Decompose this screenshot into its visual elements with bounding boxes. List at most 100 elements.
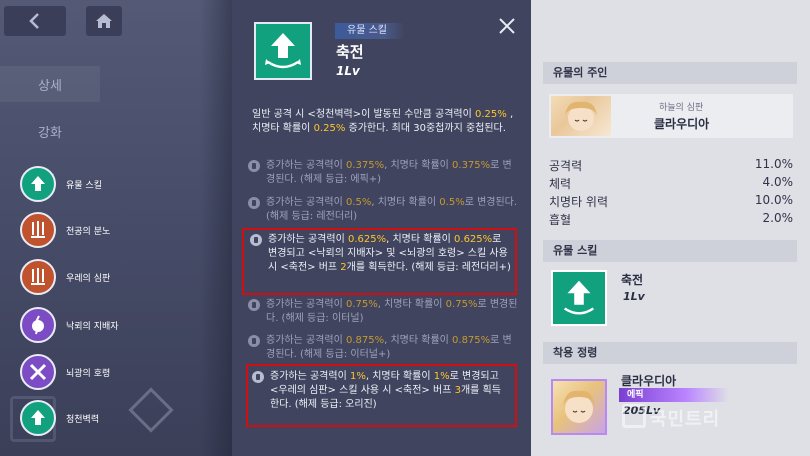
desc-value: 0.25% [475,109,507,120]
spirit-avatar[interactable] [551,379,607,435]
upgrade-value: 0.375% [345,160,385,171]
left-sidebar: 상세 강화 급 유물 스킬 천공의 분노 우레의 심판 낙뢰의 지배자 뇌광의 … [0,0,232,456]
lock-icon [248,160,260,172]
stat-value: 4.0% [762,175,794,189]
upgrade-text: 증가하는 공격력이 [270,371,350,382]
upgrade-value: 0.75% [445,299,478,310]
upgrade-text: , 치명타 확률이 [371,197,440,208]
upgrade-text: 증가하는 공격력이 [266,299,346,310]
swords-icon [20,212,56,248]
skill-type-badge: 유물 스킬 [335,23,405,39]
upgrade-text: , 치명타 확률이 [384,160,453,171]
lock-icon [252,371,264,383]
lock-icon [248,299,260,311]
upgrade-text: 증가하는 공격력이 [268,234,348,245]
sidebar-shade [200,0,232,456]
upgrade-text: , 치명타 확률이 [377,299,446,310]
desc-text: 일반 공격 시 <청천벽력>이 발동된 수만큼 공격력이 [252,109,476,120]
upgrade-row: 증가하는 공격력이 0.875%, 치명타 확률이 0.875%로 변경된다. … [248,334,518,362]
arrow-up-icon [265,33,301,69]
relic-skill-heading: 유물 스킬 [543,240,797,262]
back-button[interactable] [4,6,66,36]
skill-item-thunder-judgment[interactable]: 우레의 심판 [20,257,110,297]
skill-thumbnail [254,22,312,80]
stat-label: 공격력 [549,159,583,173]
home-icon [96,14,112,28]
upgrade-text: , 치명타 확률이 [365,371,434,382]
spirit-grade-badge: 에픽 [619,388,729,402]
arrow-up-icon [20,166,56,202]
arrow-up-icon [563,280,595,315]
upgrade-row: 증가하는 공격력이 0.375%, 치명타 확률이 0.375%로 변경된다. … [248,159,518,187]
owner-name: 클라우디아 [654,117,710,131]
stat-row: 체력 4.0% [549,175,793,192]
tab-enhance[interactable]: 강화 [0,113,100,149]
relic-skill-level: 1Lv [623,290,645,303]
skill-item-label: 유물 스킬 [66,180,102,191]
upgrade-row-active: 증가하는 공격력이 1%, 치명타 확률이 1%로 변경되고 <우레의 심판> … [252,370,510,412]
watermark-text: 국민트리 [650,409,721,430]
skill-item-relic[interactable]: 유물 스킬 [20,164,102,204]
crossed-swords-icon [20,354,56,390]
skill-item-label: 천공의 분노 [66,226,111,237]
close-icon[interactable] [497,16,517,36]
skill-item-bolt-from-blue[interactable]: 청천벽력 [20,398,99,438]
spirit-heading: 착용 정령 [543,342,797,364]
stat-label: 치명타 위력 [549,195,609,209]
relic-skill-thumbnail[interactable] [551,270,607,326]
stat-label: 체력 [549,177,572,191]
skill-detail-popup: 유물 스킬 축전 1Lv 일반 공격 시 <청천벽력>이 발동된 수만큼 공격력… [232,0,531,456]
stat-value: 2.0% [762,211,794,225]
upgrade-value: 0.625% [347,234,387,245]
upgrade-value: 0.375% [452,160,491,171]
upgrade-value: 0.5% [439,197,465,208]
arrow-up-icon [20,400,56,436]
stat-row: 공격력 11.0% [549,157,793,174]
skill-title: 축전 [336,43,364,61]
upgrade-text: 증가하는 공격력이 [266,160,346,171]
owner-card[interactable]: 하늘의 심판 클라우디아 [549,94,793,138]
skill-item-label: 낙뢰의 지배자 [66,321,119,332]
upgrade-text: , 치명타 확률이 [384,335,453,346]
relic-skill-name: 축전 [621,273,644,287]
owner-heading: 유물의 주인 [543,62,797,84]
relic-info-panel: 유물의 주인 하늘의 심판 클라우디아 공격력 11.0% 체력 4.0% 치명타 … [531,0,810,456]
stat-row: 흡혈 2.0% [549,211,793,228]
character-portrait-icon [565,101,597,131]
upgrade-text: 개를 획득한다. (해제 등급: 레전더리+) [346,262,511,273]
upgrade-row-active: 증가하는 공격력이 0.625%, 치명타 확률이 0.625%로 변경되고 <… [250,233,512,275]
swords-icon [20,259,56,295]
lock-icon [248,335,260,347]
owner-title: 하늘의 심판 [659,103,704,113]
upgrade-value: 1% [349,371,366,382]
upgrade-value: 1% [433,371,450,382]
skill-item-label: 뇌광의 호령 [66,368,111,379]
upgrade-value: 0.625% [454,234,493,245]
upgrade-text: , 치명타 확률이 [386,234,455,245]
stat-value: 10.0% [754,193,793,207]
upgrade-value: 0.875% [345,335,385,346]
skill-item-lightning-master[interactable]: 낙뢰의 지배자 [20,305,119,345]
skill-level: 1Lv [336,64,360,78]
spirit-name: 클라우디아 [621,374,677,388]
home-button[interactable] [86,6,122,36]
desc-text: 증가한다. 최대 30중첩까지 중첩된다. [345,123,506,134]
owner-avatar [551,96,611,136]
skill-description: 일반 공격 시 <청천벽력>이 발동된 수만큼 공격력이 0.25% , 치명타… [252,108,517,136]
tab-detail[interactable]: 상세 [0,66,100,102]
character-portrait-icon [563,390,595,423]
stat-value: 11.0% [754,157,793,171]
skill-item-sky-fury[interactable]: 천공의 분노 [20,210,110,250]
skill-item-thunder-command[interactable]: 뇌광의 호령 [20,352,110,392]
desc-value: 0.25% [313,123,346,134]
skill-item-label: 우레의 심판 [66,273,111,284]
upgrade-value: 0.5% [345,197,372,208]
lock-icon [248,197,260,209]
upgrade-text: 증가하는 공격력이 [266,197,346,208]
watermark-logo [622,404,646,428]
upgrade-value: 0.875% [452,335,491,346]
upgrade-text: 증가하는 공격력이 [266,335,346,346]
lock-icon [250,234,262,246]
stat-row: 치명타 위력 10.0% [549,193,793,210]
stat-label: 흡혈 [549,213,572,227]
